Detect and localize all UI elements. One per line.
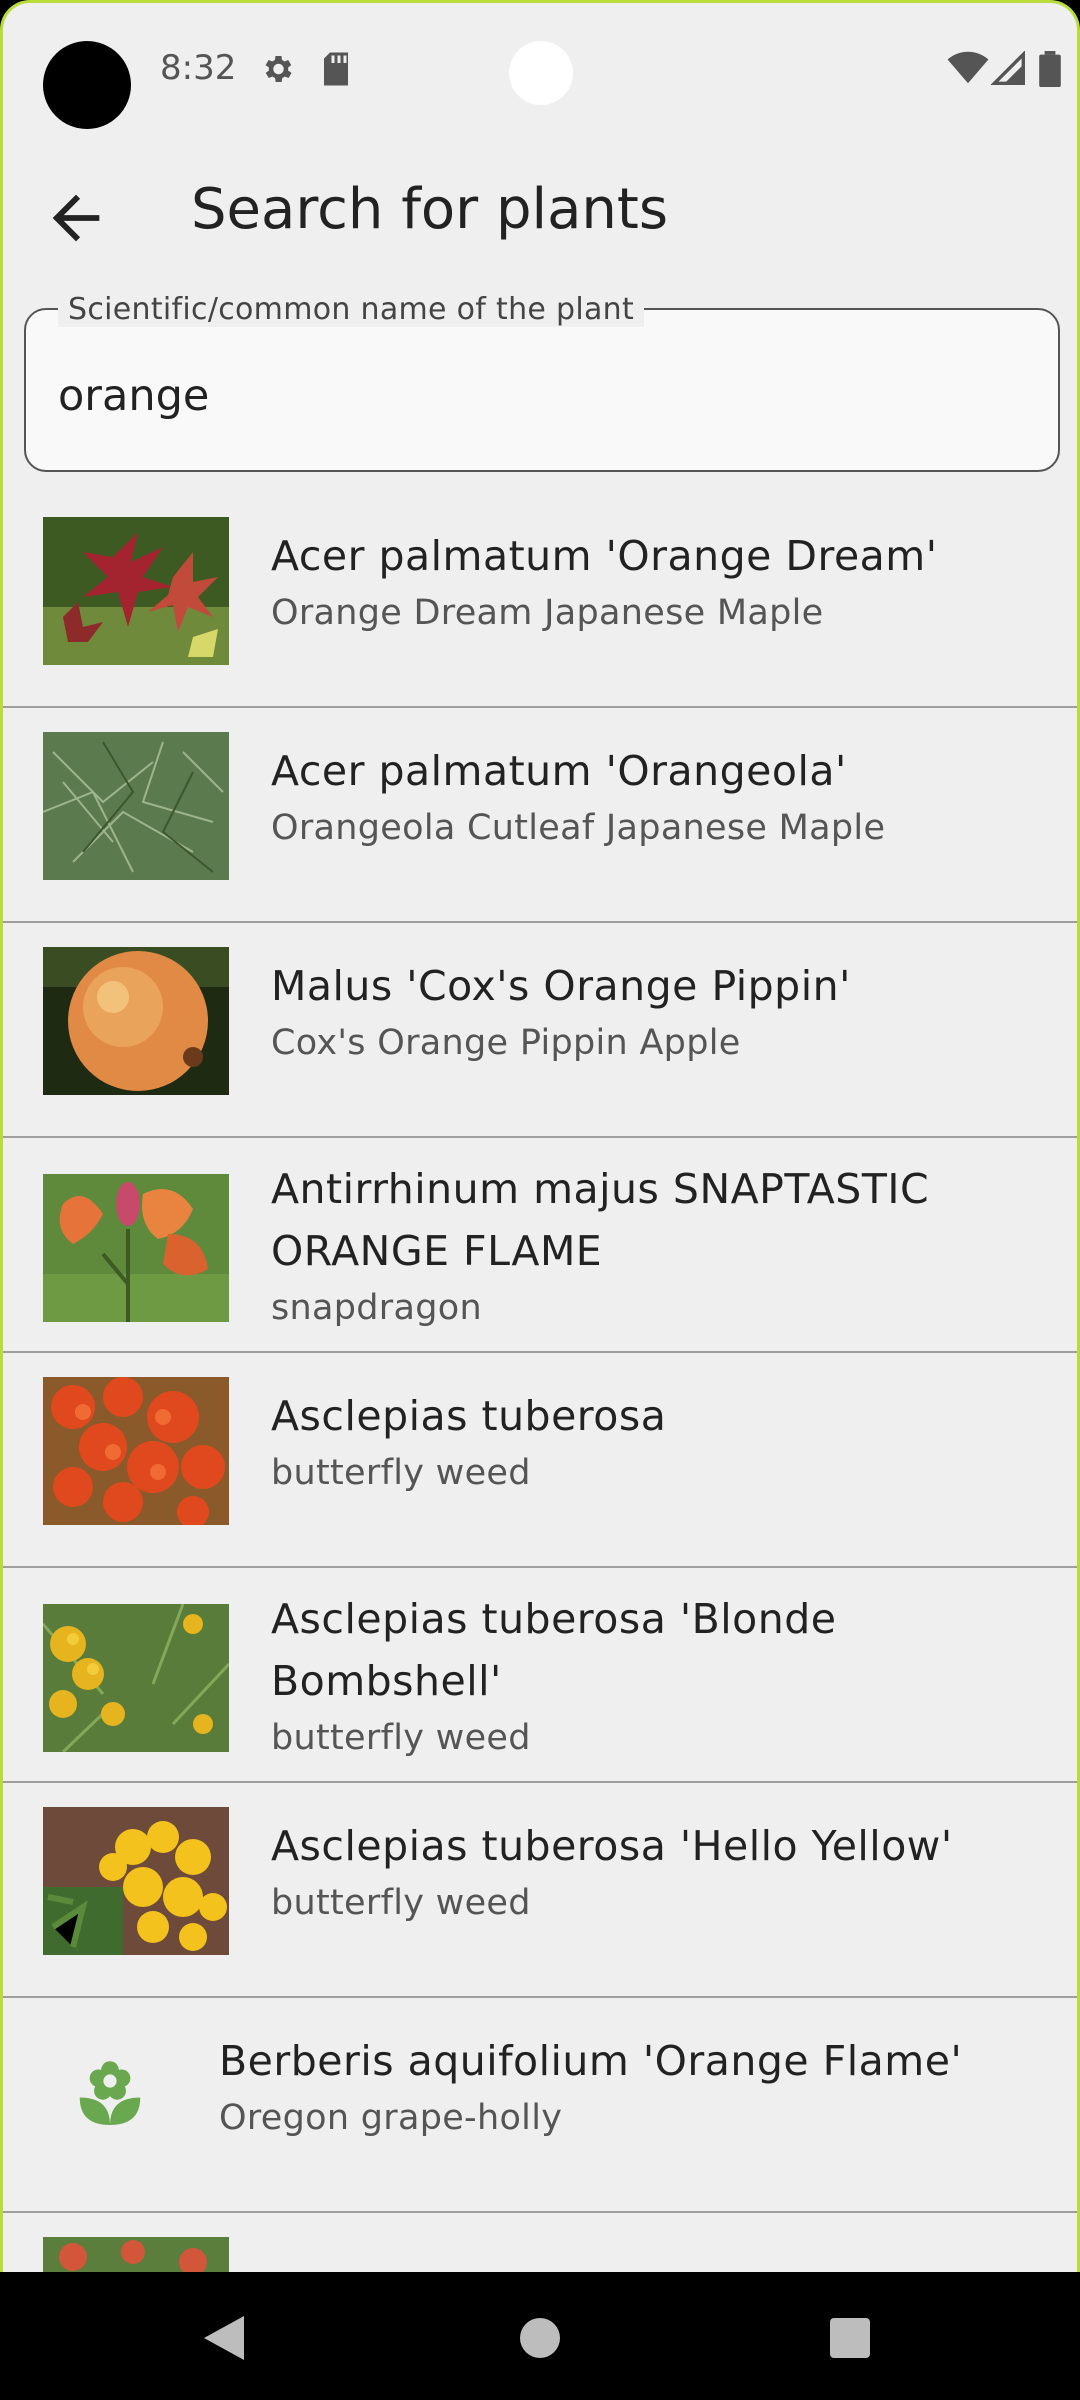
sd-card-icon — [321, 51, 351, 91]
list-item-text: Malus 'Cox's Orange Pippin' Cox's Orange… — [271, 955, 1037, 1069]
list-item-text: Acer palmatum 'Orangeola' Orangeola Cutl… — [271, 740, 1037, 854]
plant-thumbnail — [43, 1807, 229, 1955]
scientific-name: Acer palmatum 'Orange Dream' — [271, 532, 938, 580]
list-item-text: Asclepias tuberosa 'Hello Yellow' butter… — [271, 1815, 1037, 1929]
list-item[interactable]: Berberis aquifolium 'Orange Flame' Orego… — [3, 1998, 1077, 2213]
settings-icon — [259, 51, 295, 91]
wifi-icon — [947, 51, 989, 89]
scientific-name: Acer palmatum 'Orangeola' — [271, 747, 847, 795]
list-item[interactable]: Acer palmatum 'Orangeola' Orangeola Cutl… — [3, 708, 1077, 923]
scientific-name: Asclepias tuberosa — [271, 1392, 667, 1440]
search-input[interactable] — [56, 360, 1020, 432]
system-nav-bar — [0, 2272, 1080, 2400]
front-camera — [509, 41, 573, 105]
plant-thumbnail — [43, 1377, 229, 1525]
camera-cutout — [43, 41, 131, 129]
plant-thumbnail — [43, 2237, 229, 2272]
list-item-text: Antirrhinum majus SNAPTASTIC ORANGE FLAM… — [271, 1158, 1037, 1334]
list-item[interactable]: Asclepias tuberosa 'Hello Yellow' butter… — [3, 1783, 1077, 1998]
list-item-text: Asclepias tuberosa 'Blonde Bombshell' bu… — [271, 1588, 1037, 1764]
common-name: butterfly weed — [271, 1718, 531, 1758]
list-item[interactable] — [3, 2213, 1077, 2272]
common-name: Cox's Orange Pippin Apple — [271, 1023, 741, 1063]
plant-thumbnail — [43, 517, 229, 665]
signal-icon — [990, 50, 1025, 89]
plant-thumbnail — [43, 732, 229, 880]
flower-placeholder-icon — [77, 2056, 143, 2128]
list-item-text: Asclepias tuberosa butterfly weed — [271, 1385, 1037, 1499]
search-field[interactable]: Scientific/common name of the plant — [24, 292, 1060, 472]
plant-thumbnail — [43, 947, 229, 1095]
list-item[interactable]: Malus 'Cox's Orange Pippin' Cox's Orange… — [3, 923, 1077, 1138]
back-button[interactable] — [41, 183, 111, 253]
app-screen: 8:32 Search for plants Scientific/common… — [0, 0, 1080, 2272]
common-name: Orangeola Cutleaf Japanese Maple — [271, 808, 886, 848]
scientific-name: Asclepias tuberosa 'Blonde Bombshell' — [271, 1595, 837, 1705]
home-circle-icon[interactable] — [520, 2318, 560, 2362]
common-name: butterfly weed — [271, 1453, 531, 1493]
battery-icon — [1039, 51, 1061, 91]
plant-thumbnail — [43, 1604, 229, 1752]
page-title: Search for plants — [191, 177, 669, 242]
back-triangle-icon[interactable] — [204, 2316, 244, 2364]
common-name: Oregon grape-holly — [219, 2098, 563, 2138]
status-bar: 8:32 — [3, 3, 1077, 133]
scientific-name: Malus 'Cox's Orange Pippin' — [271, 962, 851, 1010]
recents-square-icon[interactable] — [830, 2318, 870, 2362]
common-name: Orange Dream Japanese Maple — [271, 593, 824, 633]
search-field-label: Scientific/common name of the plant — [58, 292, 645, 327]
list-item[interactable]: Asclepias tuberosa butterfly weed — [3, 1353, 1077, 1568]
scientific-name: Antirrhinum majus SNAPTASTIC ORANGE FLAM… — [271, 1165, 930, 1275]
scientific-name: Asclepias tuberosa 'Hello Yellow' — [271, 1822, 953, 1870]
list-item[interactable]: Asclepias tuberosa 'Blonde Bombshell' bu… — [3, 1568, 1077, 1783]
scientific-name: Berberis aquifolium 'Orange Flame' — [219, 2037, 963, 2085]
common-name: snapdragon — [271, 1288, 482, 1328]
list-item-text: Berberis aquifolium 'Orange Flame' Orego… — [219, 2030, 1037, 2144]
common-name: butterfly weed — [271, 1883, 531, 1923]
list-item[interactable]: Antirrhinum majus SNAPTASTIC ORANGE FLAM… — [3, 1138, 1077, 1353]
status-time: 8:32 — [160, 48, 237, 88]
list-item[interactable]: Acer palmatum 'Orange Dream' Orange Drea… — [3, 493, 1077, 708]
app-bar: Search for plants — [3, 153, 1077, 273]
plant-thumbnail — [43, 1174, 229, 1322]
arrow-left-icon — [52, 194, 100, 242]
list-item-text: Acer palmatum 'Orange Dream' Orange Drea… — [271, 525, 1037, 639]
